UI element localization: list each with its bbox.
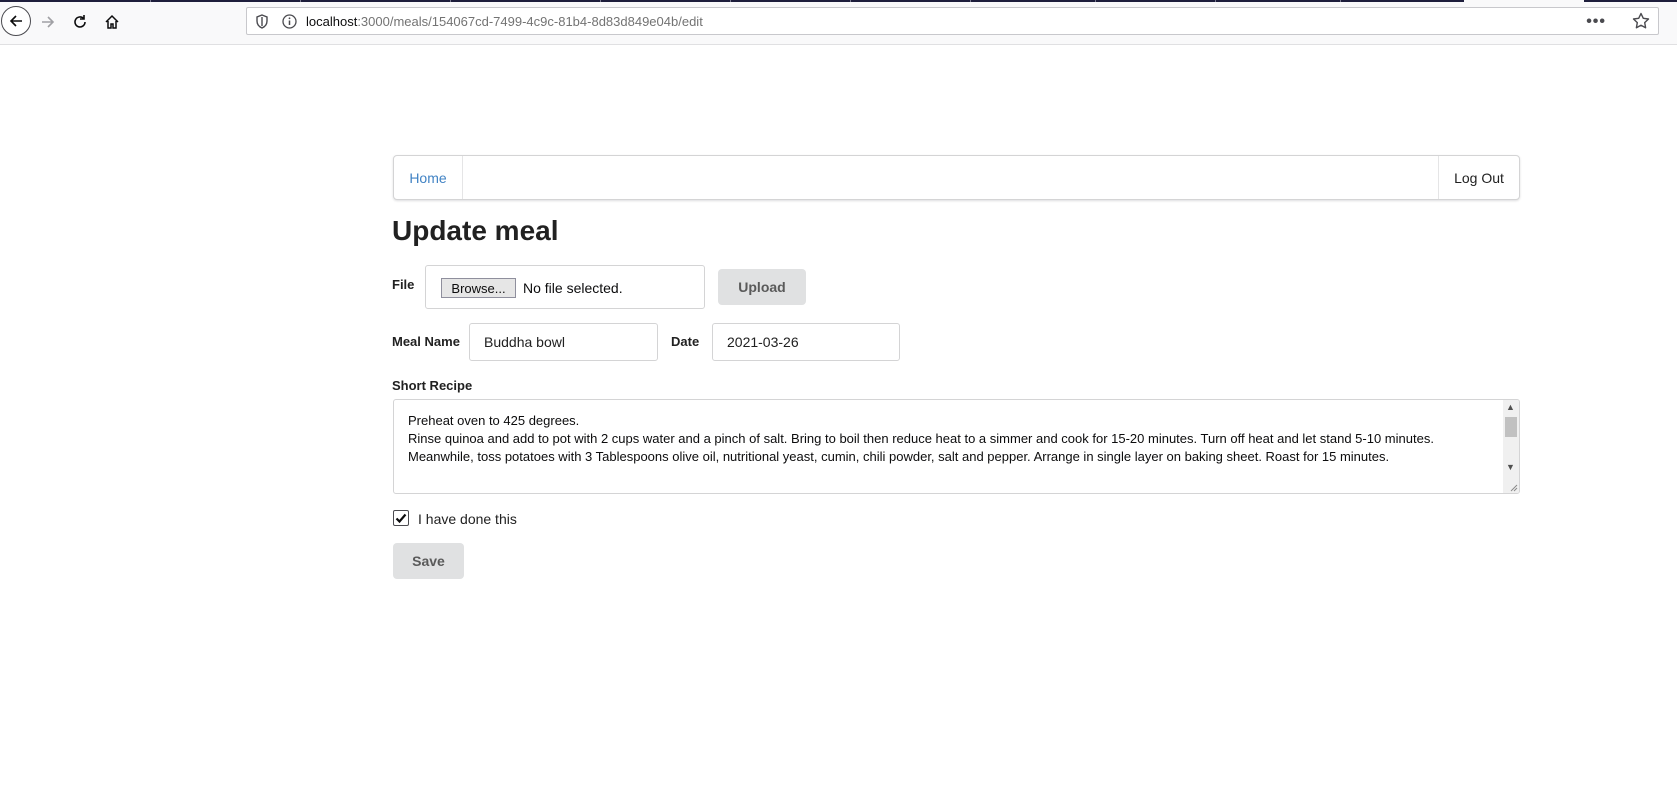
- recipe-label: Short Recipe: [392, 378, 473, 393]
- resize-grip-icon[interactable]: [1508, 482, 1518, 492]
- more-icon[interactable]: •••: [1586, 13, 1606, 31]
- chevron-up-icon[interactable]: ▲: [1506, 402, 1515, 412]
- back-icon[interactable]: [1, 6, 31, 36]
- file-label: File: [392, 277, 415, 292]
- shield-icon[interactable]: [255, 14, 269, 34]
- save-button[interactable]: Save: [393, 543, 464, 579]
- info-icon[interactable]: [282, 14, 297, 34]
- logout-link[interactable]: Log Out: [1438, 156, 1519, 199]
- done-label[interactable]: I have done this: [418, 511, 517, 527]
- tab-strip: [0, 0, 1677, 2]
- upload-button[interactable]: Upload: [718, 269, 806, 305]
- reload-icon[interactable]: [65, 7, 95, 37]
- date-value: 2021-03-26: [727, 334, 799, 350]
- recipe-scrollbar[interactable]: ▲ ▼: [1503, 400, 1519, 493]
- date-input[interactable]: 2021-03-26: [712, 323, 900, 361]
- star-icon[interactable]: [1632, 12, 1650, 35]
- done-checkbox[interactable]: [393, 510, 409, 526]
- meal-name-value: Buddha bowl: [484, 334, 565, 350]
- scrollbar-thumb[interactable]: [1505, 417, 1517, 437]
- meal-name-input[interactable]: Buddha bowl: [469, 323, 658, 361]
- browse-button[interactable]: Browse...: [441, 278, 516, 298]
- url-text: localhost:3000/meals/154067cd-7499-4c9c-…: [306, 14, 703, 29]
- checkmark-icon: [395, 513, 407, 524]
- address-bar[interactable]: localhost:3000/meals/154067cd-7499-4c9c-…: [246, 7, 1659, 35]
- meal-name-label: Meal Name: [392, 334, 460, 349]
- date-label: Date: [671, 334, 700, 349]
- recipe-textarea[interactable]: Preheat oven to 425 degrees. Rinse quino…: [393, 399, 1520, 494]
- top-menu: Home Log Out: [393, 155, 1520, 200]
- home-icon[interactable]: [97, 7, 127, 37]
- browser-toolbar: localhost:3000/meals/154067cd-7499-4c9c-…: [0, 0, 1677, 45]
- home-link[interactable]: Home: [394, 156, 463, 199]
- file-status: No file selected.: [523, 280, 623, 296]
- forward-icon[interactable]: [33, 7, 63, 37]
- page-title: Update meal: [392, 215, 559, 246]
- file-input[interactable]: Browse... No file selected.: [425, 265, 705, 309]
- recipe-text: Preheat oven to 425 degrees. Rinse quino…: [408, 413, 1434, 464]
- chevron-down-icon[interactable]: ▼: [1506, 462, 1515, 472]
